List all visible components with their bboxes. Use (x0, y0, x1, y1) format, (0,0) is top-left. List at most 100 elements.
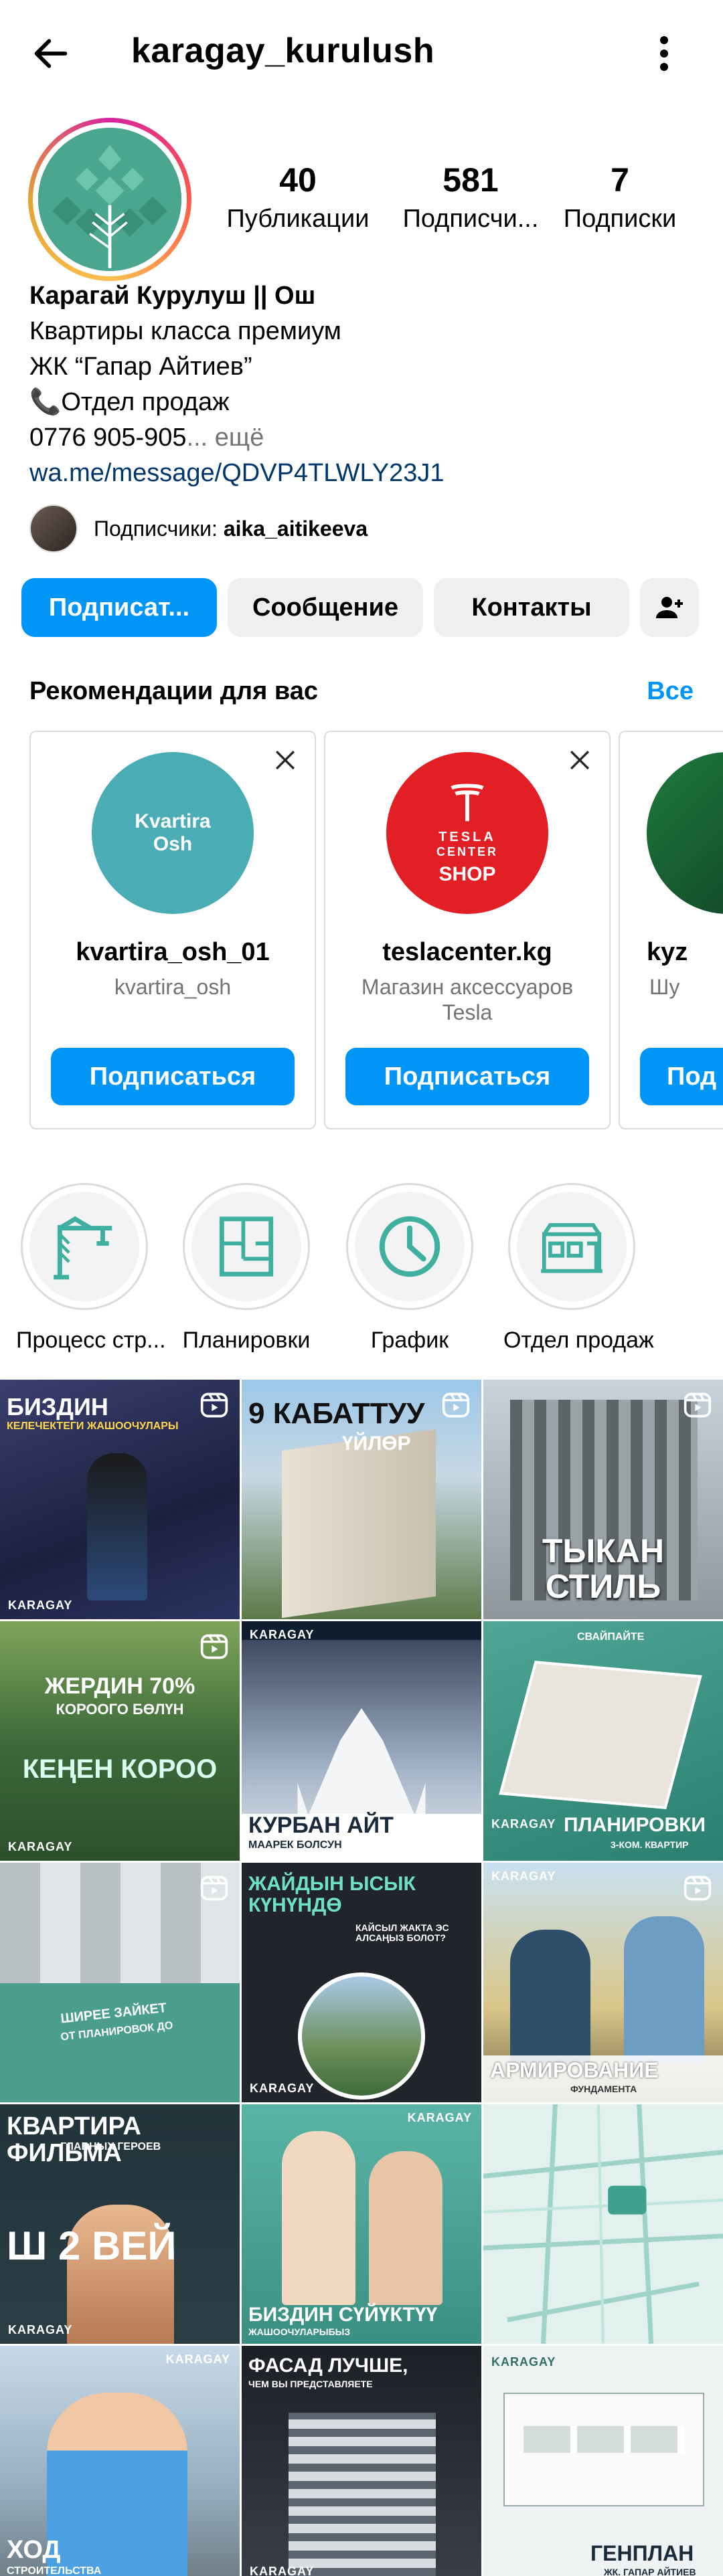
rec-avatar-text: Osh (153, 833, 193, 855)
highlight-label: Процесс стр... (16, 1327, 166, 1353)
profile-bio: Карагай Курулуш || Ош Квартиры класса пр… (29, 278, 699, 491)
mutual-followers[interactable]: Подписчики: aika_aitikeeva (29, 503, 368, 554)
post-thumbnail[interactable]: ХОД СТРОИТЕЛЬСТВА KARAGAY (0, 2346, 240, 2576)
highlight-sales[interactable]: Отдел продаж (503, 1183, 654, 1354)
post-subcaption: КОРООГО БӨЛҮН (56, 1701, 184, 1718)
post-thumbnail[interactable]: 9 КАБАТТУУ ҮЙЛӨР (242, 1380, 481, 1619)
rec-username: kyz (647, 938, 688, 966)
rec-avatar-text: SHOP (438, 863, 496, 885)
rec-follow-button[interactable]: Подписаться (51, 1048, 295, 1105)
rec-follow-button[interactable]: Подписаться (345, 1048, 589, 1105)
crane-icon (54, 1216, 112, 1280)
contacts-button[interactable]: Контакты (434, 578, 629, 637)
post-subcaption: ЖК. ГАПАР АЙТИЕВ (604, 2567, 696, 2576)
reel-icon (683, 1873, 712, 1903)
post-thumbnail[interactable]: СВАЙПАЙТЕ ПЛАНИРОВКИ 3-КОМ. КВАРТИР KARA… (483, 1621, 723, 1861)
post-top-caption: СВАЙПАЙТЕ (577, 1631, 645, 1643)
building-icon (541, 1223, 602, 1273)
profile-display-name: Карагай Курулуш || Ош (29, 282, 316, 310)
post-brand: KARAGAY (8, 1598, 73, 1612)
message-button[interactable]: Сообщение (228, 578, 423, 637)
recommendations-title: Рекомендации для вас (29, 677, 318, 705)
post-thumbnail[interactable]: ФАСАД ЛУЧШЕ, ЧЕМ ВЫ ПРЕДСТАВЛЯЕТЕ KARAGA… (242, 2346, 481, 2576)
post-brand: KARAGAY (491, 2355, 556, 2369)
followers-prefix: Подписчики: (94, 516, 224, 541)
highlight-label: Планировки (182, 1327, 311, 1353)
post-caption: ПЛАНИРОВКИ (564, 1813, 706, 1836)
post-subcaption: КЕЛЕЧЕКТЕГИ ЖАШООЧУЛАРЫ (7, 1420, 179, 1432)
post-caption: ФАСАД ЛУЧШЕ, (248, 2355, 408, 2377)
top-bar: karagay_kurulush (0, 0, 723, 107)
rec-follow-button[interactable]: Под (640, 1048, 723, 1105)
rec-subtitle: Шу (649, 975, 680, 999)
bio-more-link[interactable]: ... ещё (187, 424, 264, 452)
post-brand: KARAGAY (250, 2082, 315, 2095)
profile-avatar[interactable] (28, 118, 191, 281)
bio-phone: 0776 905-905 (29, 424, 187, 452)
post-thumbnail[interactable]: ЖЕРДИН 70% КОРООГО БӨЛҮН КЕҢЕН КОРОО KAR… (0, 1621, 240, 1861)
post-thumbnail[interactable]: БИЗДИН КЕЛЕЧЕКТЕГИ ЖАШООЧУЛАРЫ KARAGAY (0, 1380, 240, 1619)
reel-icon (199, 1632, 229, 1661)
add-person-icon (656, 597, 683, 618)
post-thumbnail[interactable]: АРМИРОВАНИЕ ФУНДАМЕНТА KARAGAY (483, 1863, 723, 2102)
post-caption: ТЫКАН СТИЛЬ (542, 1532, 665, 1605)
reel-icon (683, 1390, 712, 1420)
recommendations-carousel[interactable]: Kvartira Osh kvartira_osh_01 kvartira_os… (29, 731, 723, 1129)
rec-card[interactable]: Kvartira Osh kvartira_osh_01 kvartira_os… (29, 731, 316, 1129)
post-thumbnail[interactable] (483, 2104, 723, 2344)
post-subcaption: КАЙСЫЛ ЖАКТА ЭС АЛСАҢЫЗ БОЛОТ? (355, 1922, 449, 1943)
clock-icon (379, 1216, 440, 1277)
floorplan-icon (219, 1216, 274, 1277)
post-subcaption: 3-КОМ. КВАРТИР (611, 1839, 689, 1851)
post-thumbnail[interactable]: ШИРЕЕ ЗАЙКЕТ ОТ ПЛАНИРОВОК ДО (0, 1863, 240, 2102)
post-brand: KARAGAY (491, 1817, 556, 1831)
highlight-floorplans[interactable]: Планировки (178, 1183, 315, 1354)
back-arrow-icon[interactable] (24, 27, 78, 80)
rec-card[interactable]: TESLA CENTER SHOP teslacenter.kg Магазин… (324, 731, 611, 1129)
rec-card[interactable]: kyz Шу Под (619, 731, 723, 1129)
post-caption: КВАРТИРА ФИЛЬМА (7, 2112, 142, 2167)
post-brand: KARAGAY (491, 1869, 556, 1883)
reel-icon (199, 1390, 229, 1420)
post-subcaption: ҮЙЛӨР (342, 1433, 411, 1455)
post-brand: KARAGAY (407, 2111, 472, 2124)
post-subcaption: МААРЕК БОЛСУН (248, 1839, 342, 1851)
more-options-icon[interactable] (637, 27, 691, 80)
add-person-button[interactable] (640, 578, 699, 637)
post-caption-2: Ш 2 ВЕЙ (7, 2223, 177, 2268)
post-thumbnail[interactable]: КВАРТИРА ФИЛЬМА ГЛАВНЫХ ГЕРОЕВ Ш 2 ВЕЙ K… (0, 2104, 240, 2344)
post-subcaption: ЖАШООЧУЛАРЫБЫЗ (248, 2326, 351, 2338)
bio-website-link[interactable]: wa.me/message/QDVP4TLWLY23J1 (29, 456, 699, 491)
post-thumbnail[interactable]: ГЕНПЛАН ЖК. ГАПАР АЙТИЕВ KARAGAY (483, 2346, 723, 2576)
post-brand: KARAGAY (8, 1840, 73, 1853)
stat-posts-label: Публикации (226, 205, 370, 233)
stat-following-label: Подписки (563, 205, 677, 233)
post-caption-2: КЕҢЕН КОРОО (22, 1754, 218, 1784)
profile-actions: Подписат... Сообщение Контакты (21, 578, 699, 637)
rec-avatar-text: TESLA (438, 830, 496, 844)
reel-icon (199, 1873, 229, 1903)
post-caption: ЖЕРДИН 70% (44, 1673, 195, 1699)
follow-button[interactable]: Подписат... (21, 578, 217, 637)
post-subcaption: ФУНДАМЕНТА (570, 2084, 637, 2095)
stat-followers[interactable]: 581 Подписчи... (387, 161, 554, 234)
see-all-link[interactable]: Все (647, 677, 694, 706)
post-thumbnail[interactable]: ЖАЙДЫН ЫСЫК КҮНҮНДӨ КАЙСЫЛ ЖАКТА ЭС АЛСА… (242, 1863, 481, 2102)
close-icon[interactable] (270, 745, 300, 775)
stat-following[interactable]: 7 Подписки (553, 161, 687, 234)
post-brand: KARAGAY (250, 2565, 315, 2576)
post-caption: ГЕНПЛАН (590, 2541, 694, 2566)
post-thumbnail[interactable]: ТЫКАН СТИЛЬ (483, 1380, 723, 1619)
highlight-schedule[interactable]: График (341, 1183, 478, 1354)
stat-posts[interactable]: 40 Публикации (221, 161, 375, 234)
post-caption: АРМИРОВАНИЕ (490, 2058, 659, 2083)
reel-icon (441, 1390, 471, 1420)
post-thumbnail[interactable]: БИЗДИН СҮЙҮКТҮҮ ЖАШООЧУЛАРЫБЫЗ KARAGAY (242, 2104, 481, 2344)
post-thumbnail[interactable]: КУРБАН АЙТ МААРЕК БОЛСУН KARAGAY (242, 1621, 481, 1861)
rec-avatar: TESLA CENTER SHOP (386, 752, 548, 914)
stat-following-value: 7 (611, 161, 629, 199)
close-icon[interactable] (565, 745, 594, 775)
post-brand: KARAGAY (8, 2323, 73, 2336)
highlight-construction[interactable]: Процесс стр... (16, 1183, 166, 1354)
highlight-label: График (370, 1327, 449, 1353)
